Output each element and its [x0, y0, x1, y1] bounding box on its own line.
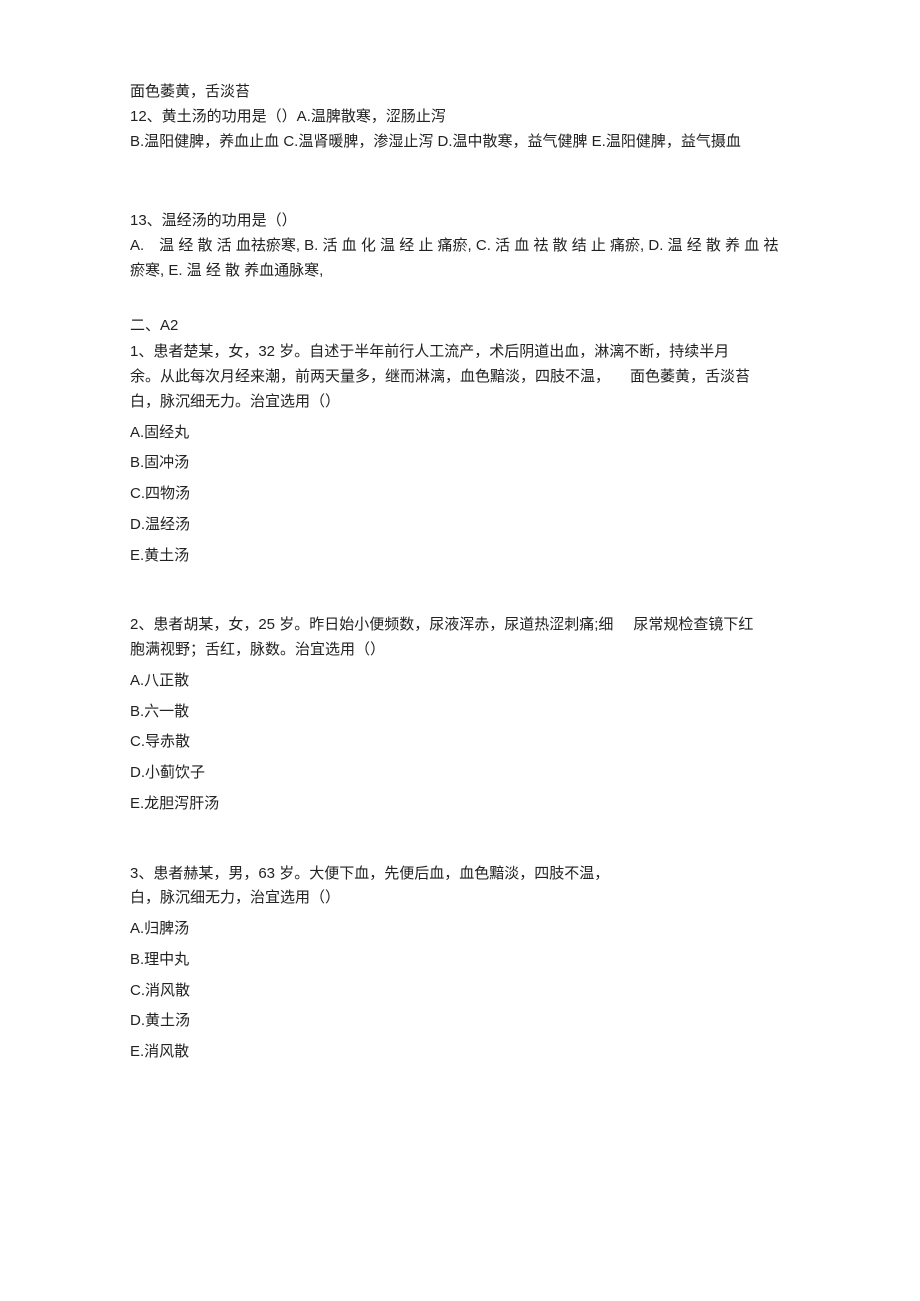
a2-question-2: 2、患者胡某，女，25 岁。昨日始小便频数，尿液浑赤，尿道热涩刺痛;细 尿常规检查… — [130, 613, 790, 816]
a2-q1-option-c: C.四物汤 — [130, 482, 790, 507]
question-12-block: 面色萎黄，舌淡苔 12、黄土汤的功用是（）A.温脾散寒，涩肠止泻 B.温阳健脾，… — [130, 80, 790, 154]
q11-trailing-text: 面色萎黄，舌淡苔 — [130, 80, 790, 105]
a2-q1-stem-line2: 余。从此每次月经来潮，前两天量多，继而淋漓，血色黯淡，四肢不温， 面色萎黄，舌淡苔 — [130, 365, 790, 390]
question-13-block: 13、温经汤的功用是（） A. 温 经 散 活 血祛瘀寒, B. 活 血 化 温… — [130, 209, 790, 283]
q13-stem: 13、温经汤的功用是（） — [130, 209, 790, 234]
a2-question-3: 3、患者赫某，男，63 岁。大便下血，先便后血，血色黯淡，四肢不温， 白，脉沉细… — [130, 862, 790, 1065]
a2-q2-option-e: E.龙胆泻肝汤 — [130, 792, 790, 817]
a2-q2-option-c: C.导赤散 — [130, 730, 790, 755]
a2-q3-stem-line1: 3、患者赫某，男，63 岁。大便下血，先便后血，血色黯淡，四肢不温， — [130, 862, 790, 887]
a2-q2-stem: 2、患者胡某，女，25 岁。昨日始小便频数，尿液浑赤，尿道热涩刺痛;细 尿常规检查… — [130, 613, 790, 663]
a2-q3-option-c: C.消风散 — [130, 979, 790, 1004]
q12-options: B.温阳健脾，养血止血 C.温肾暖脾，渗湿止泻 D.温中散寒，益气健脾 E.温阳… — [130, 130, 790, 155]
a2-q1-option-a: A.固经丸 — [130, 421, 790, 446]
a2-q1-option-e: E.黄土汤 — [130, 544, 790, 569]
a2-q1-stem: 1、患者楚某，女，32 岁。自述于半年前行人工流产，术后阴道出血，淋漓不断，持续… — [130, 340, 790, 414]
a2-q3-stem-line2: 白，脉沉细无力，治宜选用（） — [130, 886, 790, 911]
a2-q1-stem-line3: 白，脉沉细无力。治宜选用（） — [130, 390, 790, 415]
a2-q1-option-d: D.温经汤 — [130, 513, 790, 538]
a2-question-1: 1、患者楚某，女，32 岁。自述于半年前行人工流产，术后阴道出血，淋漓不断，持续… — [130, 340, 790, 568]
a2-q2-stem-line1a: 2、患者胡某，女，25 岁。昨日始小便频数，尿液浑赤，尿道热涩刺痛;细 — [130, 616, 613, 633]
a2-q2-option-b: B.六一散 — [130, 700, 790, 725]
a2-q1-option-b: B.固冲汤 — [130, 451, 790, 476]
a2-q1-stem-line1: 1、患者楚某，女，32 岁。自述于半年前行人工流产，术后阴道出血，淋漓不断，持续… — [130, 340, 790, 365]
a2-q2-option-d: D.小蓟饮子 — [130, 761, 790, 786]
a2-q2-stem-line2: 胞满视野；舌红，脉数。治宜选用（） — [130, 638, 790, 663]
a2-q3-option-a: A.归脾汤 — [130, 917, 790, 942]
a2-q2-stem-line1: 2、患者胡某，女，25 岁。昨日始小便频数，尿液浑赤，尿道热涩刺痛;细 尿常规检查… — [130, 613, 790, 638]
section-2-title: 二、A2 — [130, 314, 790, 339]
a2-q1-stem-line2a: 余。从此每次月经来潮，前两天量多，继而淋漓，血色黯淡，四肢不温， — [130, 368, 610, 385]
section-2-header: 二、A2 — [130, 314, 790, 339]
a2-q3-stem: 3、患者赫某，男，63 岁。大便下血，先便后血，血色黯淡，四肢不温， 白，脉沉细… — [130, 862, 790, 912]
q13-options: A. 温 经 散 活 血祛瘀寒, B. 活 血 化 温 经 止 痛瘀, C. 活… — [130, 234, 790, 284]
a2-q3-option-d: D.黄土汤 — [130, 1009, 790, 1034]
a2-q3-option-e: E.消风散 — [130, 1040, 790, 1065]
a2-q2-option-a: A.八正散 — [130, 669, 790, 694]
q12-stem: 12、黄土汤的功用是（）A.温脾散寒，涩肠止泻 — [130, 105, 790, 130]
a2-q3-option-b: B.理中丸 — [130, 948, 790, 973]
a2-q2-stem-line1b: 尿常规检查镜下红 — [633, 616, 753, 633]
a2-q1-stem-line2b: 面色萎黄，舌淡苔 — [630, 368, 750, 385]
